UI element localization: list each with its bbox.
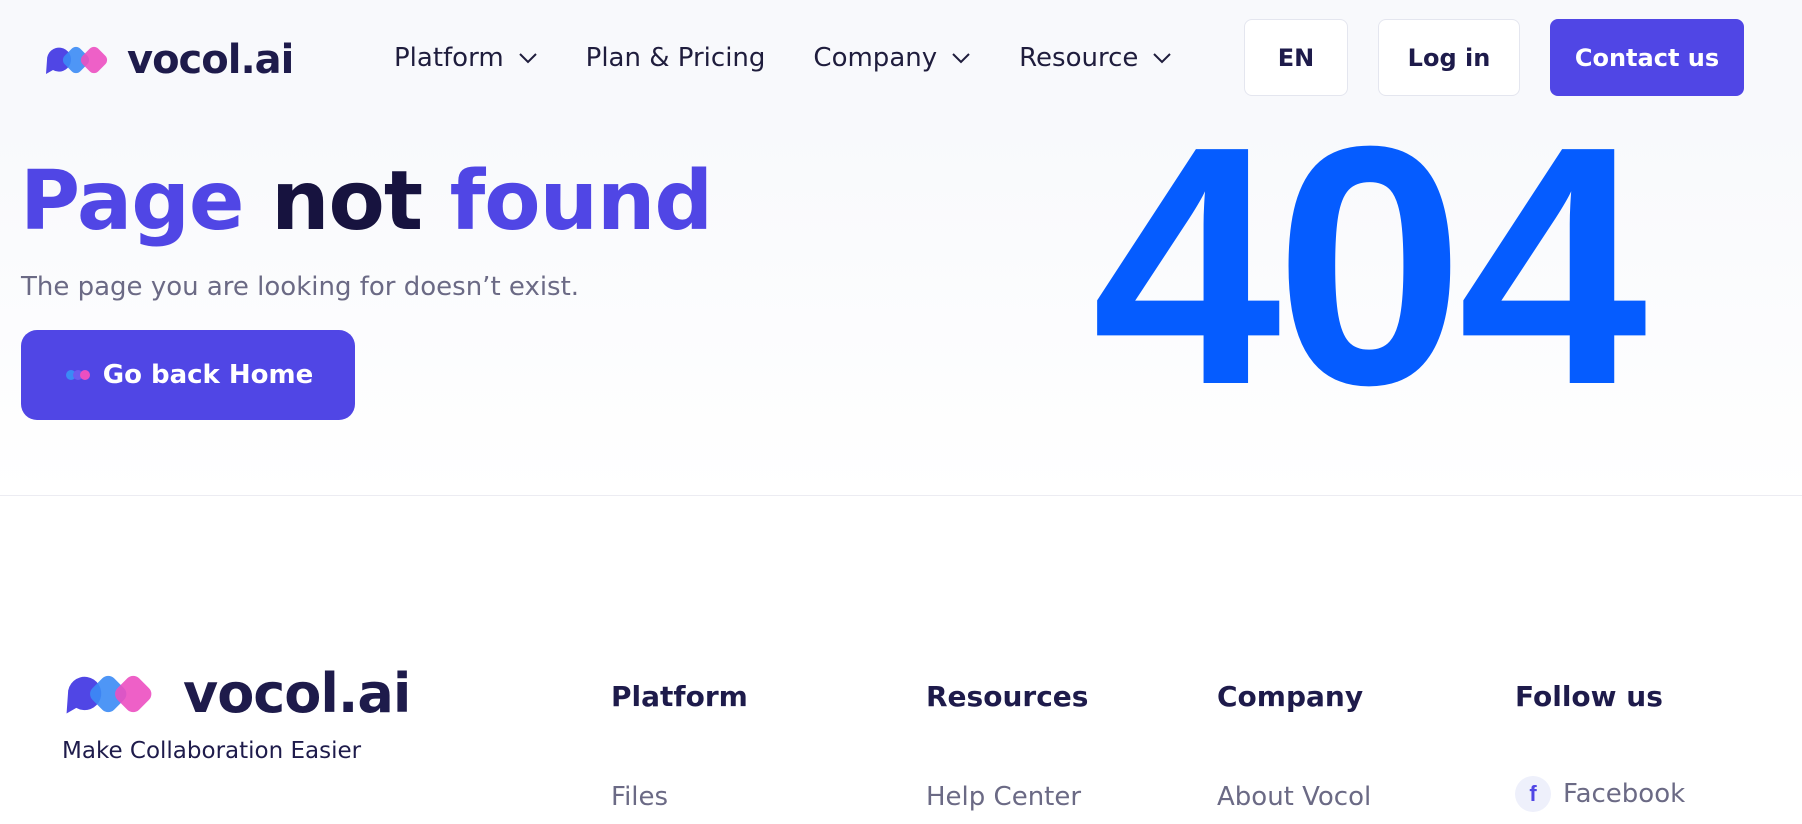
footer-column-title: Follow us [1515, 680, 1663, 713]
footer-column-resources: Resources Help Center [926, 680, 1089, 812]
nav-item-platform[interactable]: Platform [394, 43, 538, 73]
error-code: 404 [1092, 76, 1647, 456]
footer-column-title: Resources [926, 680, 1089, 713]
chevron-down-icon [518, 53, 537, 64]
footer-link-about-vocol[interactable]: About Vocol [1217, 782, 1371, 812]
footer-link-facebook[interactable]: f Facebook [1515, 776, 1685, 812]
footer-link-label: Help Center [926, 782, 1082, 812]
nav-item-resource[interactable]: Resource [1019, 43, 1172, 73]
nav-item-label: Platform [394, 43, 504, 73]
header-logo[interactable]: vocol.ai [43, 37, 294, 83]
section-divider [0, 495, 1802, 496]
page-subtitle: The page you are looking for doesn’t exi… [21, 272, 580, 302]
footer-column-platform: Platform Files [611, 680, 748, 812]
footer-tagline: Make Collaboration Easier [62, 738, 362, 764]
footer-link-help-center[interactable]: Help Center [926, 782, 1081, 812]
nav-item-label: Company [813, 43, 938, 73]
logo-text: vocol.ai [183, 662, 411, 725]
title-word-not: not [271, 154, 423, 249]
logo-mark-icon [65, 370, 90, 380]
facebook-icon: f [1515, 776, 1551, 812]
logo-mark-icon [46, 46, 108, 74]
footer-logo[interactable]: vocol.ai [59, 662, 411, 725]
chevron-down-icon [1153, 53, 1172, 64]
nav-item-plan-pricing[interactable]: Plan & Pricing [586, 43, 766, 73]
chevron-down-icon [952, 53, 970, 64]
main-nav: Platform Plan & Pricing Company Resource [394, 36, 1220, 80]
page-title: Page not found [20, 154, 713, 249]
nav-item-label: Resource [1019, 43, 1139, 73]
nav-item-label: Plan & Pricing [585, 43, 766, 73]
footer-link-label: About Vocol [1217, 782, 1372, 812]
title-word-page: Page [20, 154, 245, 249]
nav-item-company[interactable]: Company [813, 43, 971, 73]
footer-link-label: Facebook [1563, 779, 1686, 809]
footer-column-title: Platform [611, 680, 748, 713]
footer-column-follow-us: Follow us f Facebook [1515, 680, 1685, 812]
logo-text: vocol.ai [127, 37, 294, 83]
footer-column-company: Company About Vocol [1217, 680, 1371, 812]
go-back-home-label: Go back Home [102, 360, 314, 390]
go-back-home-button[interactable]: Go back Home [21, 330, 355, 420]
footer-link-files[interactable]: Files [611, 782, 668, 812]
title-word-found: found [449, 154, 713, 249]
logo-mark-icon [66, 675, 152, 713]
footer-column-title: Company [1217, 680, 1364, 713]
footer-link-label: Files [611, 782, 669, 812]
not-found-section: 404 Page not found The page you are look… [0, 96, 1802, 496]
